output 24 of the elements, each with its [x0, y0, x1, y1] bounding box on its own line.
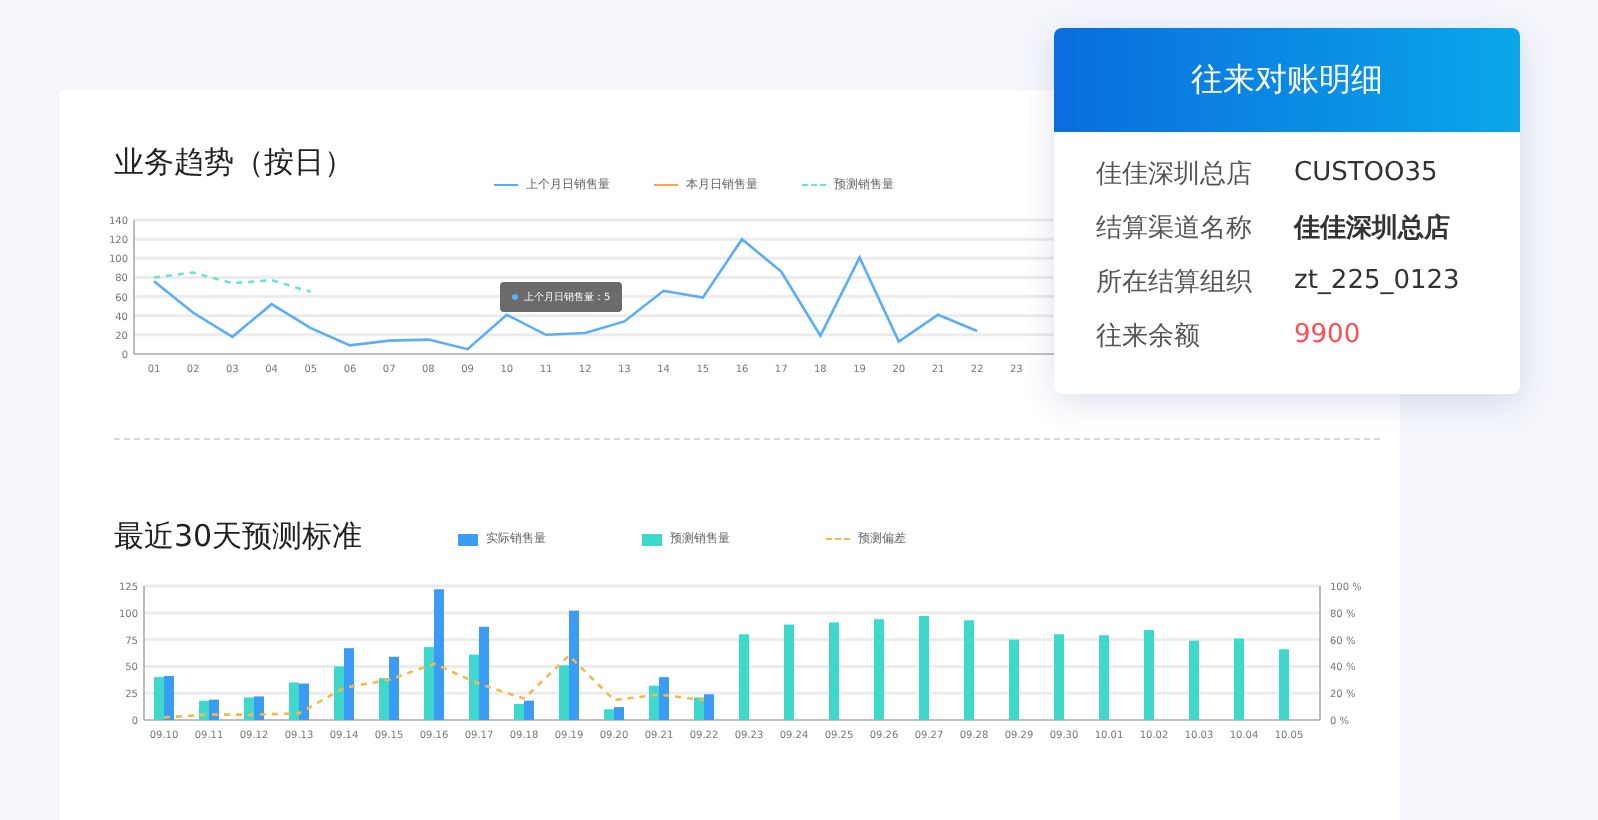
field-value: CUSTOO35	[1294, 158, 1438, 188]
bar	[1144, 629, 1154, 720]
bar	[919, 616, 929, 720]
bar	[829, 622, 839, 720]
bar	[1279, 649, 1289, 720]
bar	[964, 620, 974, 720]
bar	[1234, 638, 1244, 720]
field-value: 佳佳深圳总店	[1294, 211, 1450, 245]
field-value: zt_225_0123	[1294, 266, 1460, 296]
bar	[1009, 639, 1019, 720]
field-label: 结算渠道名称	[1096, 211, 1254, 245]
field-label: 佳佳深圳总店	[1096, 157, 1254, 191]
bar	[874, 619, 884, 720]
field-label: 往来余额	[1096, 319, 1202, 353]
field-label: 所在结算组织	[1096, 265, 1254, 299]
bar	[739, 634, 749, 720]
bar	[784, 624, 794, 720]
chart-title: 最近30天预测标准	[114, 518, 363, 556]
bar	[1099, 635, 1109, 720]
field-value: 9900	[1294, 320, 1361, 350]
bar	[1054, 634, 1064, 720]
popup-title: 往来对账明细	[1191, 59, 1383, 101]
chart-title: 业务趋势（按日）	[114, 144, 354, 182]
bar	[1189, 640, 1199, 720]
